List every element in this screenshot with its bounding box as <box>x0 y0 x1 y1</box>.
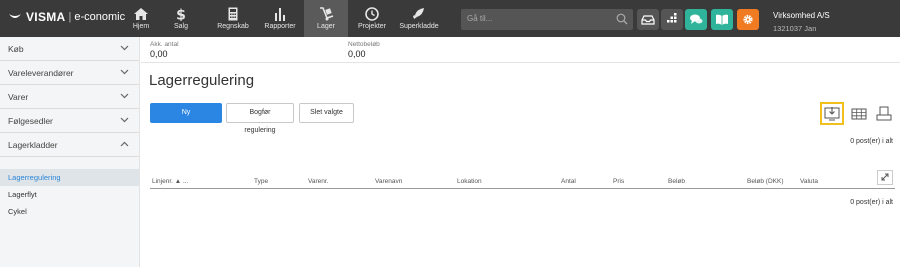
sidebar: Køb Vareleverandører Varer Følgesedler L… <box>0 37 140 267</box>
column-header-belob-dkk[interactable]: Beløb (DKK) <box>747 178 783 185</box>
sidebar-item-kob[interactable]: Køb <box>0 37 139 61</box>
nav-item-regnskab[interactable]: Regnskab <box>211 0 255 37</box>
sidebar-item-label: Varer <box>8 92 29 102</box>
expand-table-button[interactable] <box>877 170 893 185</box>
column-header-valuta[interactable]: Valuta <box>800 178 818 185</box>
expand-icon <box>881 173 889 181</box>
inbox-icon <box>641 15 655 25</box>
settings-button[interactable] <box>737 9 759 30</box>
sidebar-item-vareleverandorer[interactable]: Vareleverandører <box>0 61 139 85</box>
nav-label: Hjem <box>132 23 150 30</box>
sidebar-item-folgesedler[interactable]: Følgesedler <box>0 109 139 133</box>
nav-item-lager[interactable]: Lager <box>304 0 348 37</box>
sidebar-subitem-lagerflyt[interactable]: Lagerflyt <box>0 186 139 203</box>
sidebar-subitem-cykel[interactable]: Cykel <box>0 203 139 220</box>
print-button[interactable] <box>873 104 895 124</box>
summary-label: Nettobeløb <box>348 41 380 48</box>
post-button[interactable]: Bogfør regulering <box>226 103 294 134</box>
dollar-icon: $ <box>176 8 186 22</box>
chevron-down-icon <box>120 45 129 51</box>
chat-icon <box>690 14 703 24</box>
search-input[interactable]: Gå til... <box>461 9 633 30</box>
sidebar-item-lagerkladder[interactable]: Lagerkladder <box>0 133 139 157</box>
company-name: Virksomhed A/S <box>773 11 830 20</box>
brand-separator: | <box>68 11 72 23</box>
apps-grid-icon <box>667 13 677 23</box>
clock-icon <box>365 7 379 21</box>
column-header-antal[interactable]: Antal <box>561 178 576 185</box>
column-header-lokation[interactable]: Lokation <box>457 178 482 185</box>
column-header-type[interactable]: Type <box>254 178 268 185</box>
nav-label: Regnskab <box>217 23 249 30</box>
visma-logo-icon <box>9 14 21 18</box>
calculator-icon <box>228 7 238 21</box>
column-header-linjenr[interactable]: Linjenr. ▲ ... <box>152 178 188 185</box>
column-header-belob[interactable]: Beløb <box>668 178 685 185</box>
nav-label: Rapporter <box>264 23 296 30</box>
company-id: 1321037 Jan <box>773 24 817 33</box>
new-line-button[interactable]: Ny reguleringslinje <box>150 103 222 136</box>
summary-label: Akk. antal <box>150 41 179 48</box>
sidebar-item-label: Lagerkladder <box>8 140 58 150</box>
page-title: Lagerregulering <box>149 72 255 89</box>
sidebar-item-label: Følgesedler <box>8 116 53 126</box>
nav-item-rapporter[interactable]: Rapporter <box>258 0 302 37</box>
sidebar-item-label: Køb <box>8 44 24 54</box>
printer-icon <box>876 106 892 121</box>
main-content: Akk. antal 0,00 Nettobeløb 0,00 Lagerreg… <box>141 37 900 267</box>
sidebar-item-varer[interactable]: Varer <box>0 85 139 109</box>
book-icon <box>716 14 728 25</box>
table-icon <box>851 108 867 120</box>
column-header-varenr[interactable]: Varenr. <box>308 178 328 185</box>
column-header-varenavn[interactable]: Varenavn <box>375 178 402 185</box>
apps-button[interactable] <box>661 9 683 30</box>
table-header: Linjenr. ▲ ... Type Varenr. Varenavn Lok… <box>150 170 895 189</box>
summary-bar: Akk. antal 0,00 Nettobeløb 0,00 <box>141 37 900 63</box>
help-button[interactable] <box>711 9 733 30</box>
chevron-down-icon <box>120 69 129 75</box>
summary-nettobelob: Nettobeløb 0,00 <box>348 41 380 59</box>
sidebar-item-label: Vareleverandører <box>8 68 74 78</box>
nav-item-projekter[interactable]: Projekter <box>350 0 394 37</box>
dolly-icon <box>320 7 334 21</box>
summary-value: 0,00 <box>348 49 366 59</box>
brand-product: e-conomic <box>74 11 126 23</box>
delete-selected-button[interactable]: Slet valgte <box>299 103 354 123</box>
nav-label: Salg <box>173 23 188 30</box>
search-placeholder: Gå til... <box>467 14 493 23</box>
bar-chart-icon <box>275 8 285 21</box>
nav-label: Superkladde <box>399 23 439 30</box>
nav-item-hjem[interactable]: Hjem <box>119 0 163 37</box>
top-navigation-bar: VISMA | e-conomic Hjem $ Salg Regnskab R… <box>0 0 900 37</box>
chevron-down-icon <box>120 117 129 123</box>
sidebar-subitem-lagerregulering[interactable]: Lagerregulering <box>0 169 139 186</box>
import-button[interactable] <box>820 102 844 125</box>
nav-label: Projekter <box>357 23 386 30</box>
home-icon <box>134 8 148 20</box>
nav-item-superkladde[interactable]: Superkladde <box>396 0 442 37</box>
summary-akk-antal: Akk. antal 0,00 <box>150 41 179 59</box>
import-icon <box>824 107 840 121</box>
chevron-up-icon <box>120 141 129 147</box>
summary-value: 0,00 <box>150 49 168 59</box>
gear-icon <box>743 14 753 25</box>
nav-label: Lager <box>317 23 335 30</box>
chevron-down-icon <box>120 93 129 99</box>
brand-logo[interactable]: VISMA | e-conomic <box>8 10 125 24</box>
chat-button[interactable] <box>685 9 707 30</box>
inbox-button[interactable] <box>637 9 659 30</box>
record-count-top: 0 post(er) i alt <box>850 138 893 145</box>
svg-text:$: $ <box>176 8 186 22</box>
company-switcher[interactable]: Virksomhed A/S 1321037 Jan <box>773 11 830 33</box>
record-count-bottom: 0 post(er) i alt <box>850 199 893 206</box>
nav-item-salg[interactable]: $ Salg <box>159 0 203 37</box>
column-header-pris[interactable]: Pris <box>613 178 624 185</box>
search-icon <box>616 13 628 25</box>
rocket-icon <box>413 8 424 19</box>
brand-name: VISMA <box>26 10 66 24</box>
columns-button[interactable] <box>848 104 870 124</box>
